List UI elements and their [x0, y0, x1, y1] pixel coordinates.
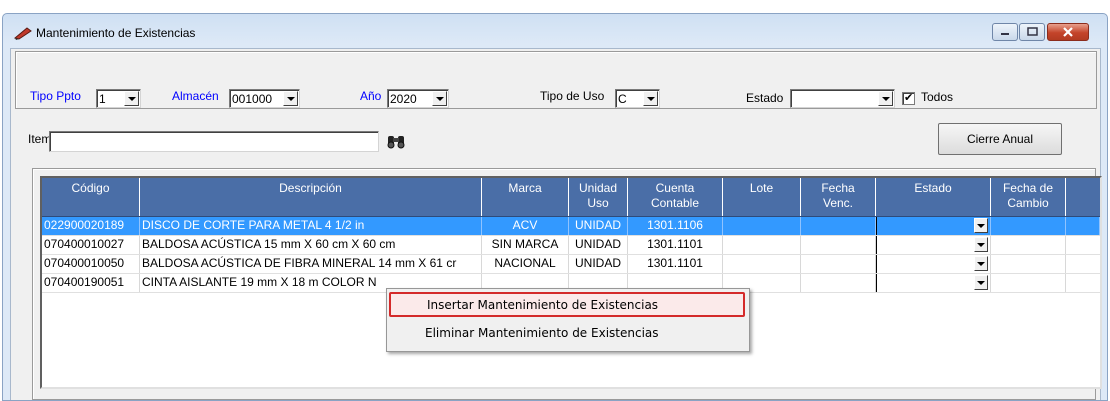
- table-row[interactable]: 022900020189 DISCO DE CORTE PARA METAL 4…: [42, 217, 1100, 236]
- tipo-uso-label: Tipo de Uso: [540, 89, 605, 103]
- header-filler: [1066, 178, 1100, 216]
- chevron-down-icon: [124, 91, 139, 106]
- chevron-down-icon[interactable]: [974, 237, 988, 252]
- estado-label: Estado: [746, 91, 784, 105]
- chevron-down-icon: [283, 91, 298, 106]
- estado-cell[interactable]: [876, 274, 991, 292]
- almacen-select[interactable]: 001000: [229, 89, 300, 108]
- table-row[interactable]: 070400010027 BALDOSA ACÚSTICA 15 mm X 60…: [42, 236, 1100, 255]
- anio-select[interactable]: 2020: [387, 89, 449, 108]
- maximize-button[interactable]: [1019, 23, 1045, 41]
- tipo-uso-select[interactable]: C: [615, 89, 660, 108]
- minimize-icon: [1001, 33, 1009, 35]
- insertar-menu-item[interactable]: Insertar Mantenimiento de Existencias: [389, 292, 745, 317]
- maximize-icon: [1027, 27, 1038, 36]
- close-icon: [1063, 27, 1073, 37]
- todos-label: Todos: [921, 90, 954, 104]
- window-title: Mantenimiento de Existencias: [36, 26, 196, 40]
- chevron-down-icon: [878, 91, 893, 106]
- close-button[interactable]: [1047, 23, 1089, 41]
- binoculars-icon[interactable]: [386, 132, 406, 150]
- item-input[interactable]: [49, 131, 379, 152]
- pencil-eraser-icon: [13, 27, 32, 40]
- chevron-down-icon: [643, 91, 658, 106]
- cierre-anual-button[interactable]: Cierre Anual: [938, 123, 1062, 155]
- col-cuenta-contable[interactable]: Cuenta Contable: [628, 178, 723, 216]
- tipo-ppto-label: Tipo Ppto: [30, 89, 81, 103]
- tipo-ppto-select[interactable]: 1: [96, 89, 141, 108]
- col-descripcion[interactable]: Descripción: [140, 178, 482, 216]
- col-fecha-cambio[interactable]: Fecha de Cambio: [991, 178, 1066, 216]
- existencias-grid: Código Descripción Marca Unidad Uso Cuen…: [40, 176, 1102, 389]
- col-codigo[interactable]: Código: [42, 178, 140, 216]
- col-marca[interactable]: Marca: [482, 178, 569, 216]
- context-menu: Insertar Mantenimiento de Existencias El…: [386, 288, 750, 352]
- anio-label: Año: [360, 89, 382, 103]
- todos-checkbox[interactable]: [902, 91, 915, 105]
- estado-cell[interactable]: [876, 217, 991, 235]
- chevron-down-icon: [432, 91, 447, 106]
- col-fecha-venc[interactable]: Fecha Venc.: [801, 178, 876, 216]
- chevron-down-icon[interactable]: [974, 275, 988, 290]
- eliminar-menu-item[interactable]: Eliminar Mantenimiento de Existencias: [389, 322, 745, 347]
- col-unidad-uso[interactable]: Unidad Uso: [569, 178, 628, 216]
- table-row[interactable]: 070400010050 BALDOSA ACÚSTICA DE FIBRA M…: [42, 255, 1100, 274]
- almacen-label: Almacén: [172, 89, 219, 103]
- item-label: Item: [28, 132, 52, 146]
- chevron-down-icon[interactable]: [974, 218, 988, 233]
- minimize-button[interactable]: [992, 23, 1018, 41]
- title-bar[interactable]: Mantenimiento de Existencias: [3, 14, 1107, 48]
- estado-cell[interactable]: [876, 255, 991, 273]
- grid-header: Código Descripción Marca Unidad Uso Cuen…: [42, 178, 1100, 217]
- estado-select[interactable]: [790, 89, 895, 108]
- estado-cell[interactable]: [876, 236, 991, 254]
- col-estado[interactable]: Estado: [876, 178, 991, 216]
- chevron-down-icon[interactable]: [974, 256, 988, 271]
- col-lote[interactable]: Lote: [723, 178, 801, 216]
